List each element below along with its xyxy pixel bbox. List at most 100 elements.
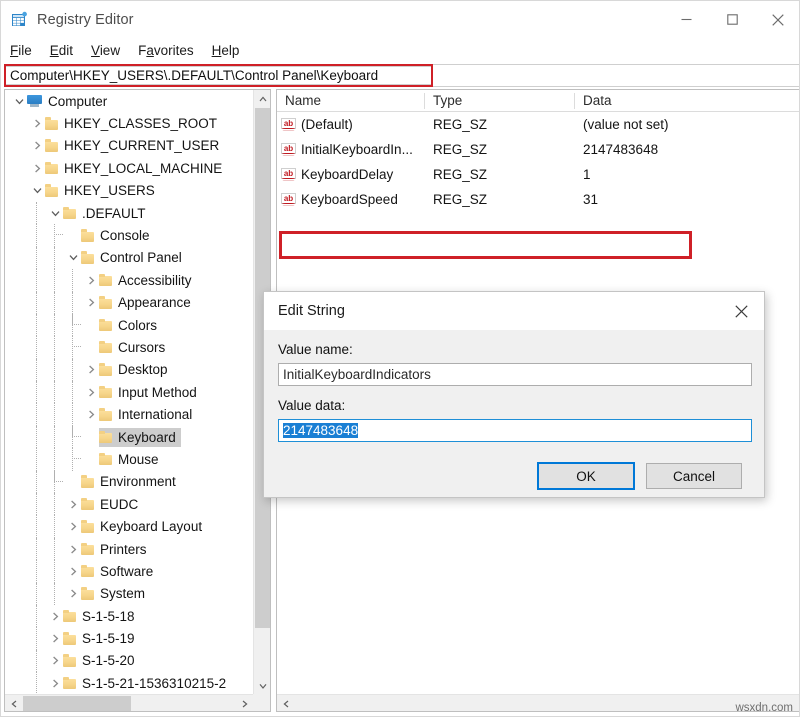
chevron-right-icon[interactable]: [29, 135, 45, 157]
tree-item-content[interactable]: Mouse: [99, 450, 164, 469]
dialog-close-icon[interactable]: [718, 292, 764, 330]
chevron-down-icon[interactable]: [11, 90, 27, 112]
chevron-right-icon[interactable]: [29, 157, 45, 179]
tree-item-printers[interactable]: Printers: [5, 538, 253, 560]
tree-item-content[interactable]: Environment: [81, 472, 181, 491]
tree-item-content[interactable]: Cursors: [99, 338, 170, 357]
chevron-right-icon[interactable]: [83, 381, 99, 403]
tree-item-content[interactable]: Printers: [81, 540, 152, 559]
chevron-down-icon[interactable]: [47, 202, 63, 224]
tree-item-content[interactable]: S-1-5-18: [63, 607, 140, 626]
tree-item-selected[interactable]: Keyboard: [99, 428, 181, 447]
chevron-right-icon[interactable]: [65, 583, 81, 605]
tree-scroll-down-icon[interactable]: [254, 677, 271, 694]
tree-item-content[interactable]: System: [81, 584, 150, 603]
tree-item-content[interactable]: Desktop: [99, 360, 173, 379]
tree-item-hkey-classes-root[interactable]: HKEY_CLASSES_ROOT: [5, 112, 253, 134]
minimize-button[interactable]: [663, 1, 709, 38]
tree-item-international[interactable]: International: [5, 403, 253, 425]
maximize-button[interactable]: [709, 1, 755, 38]
tree-item-content[interactable]: Keyboard Layout: [81, 517, 207, 536]
tree-item-s-1-5-18[interactable]: S-1-5-18: [5, 605, 253, 627]
menu-edit[interactable]: Edit: [41, 43, 82, 58]
chevron-right-icon[interactable]: [65, 493, 81, 515]
chevron-right-icon[interactable]: [65, 516, 81, 538]
tree-item-content[interactable]: International: [99, 405, 197, 424]
chevron-right-icon[interactable]: [47, 628, 63, 650]
menu-favorites[interactable]: Favorites: [129, 43, 203, 58]
tree-item-content[interactable]: HKEY_CURRENT_USER: [45, 136, 224, 155]
menu-file[interactable]: File: [1, 43, 41, 58]
chevron-right-icon[interactable]: [65, 560, 81, 582]
ok-button[interactable]: OK: [538, 463, 634, 489]
chevron-right-icon[interactable]: [83, 292, 99, 314]
chevron-right-icon[interactable]: [47, 650, 63, 672]
tree-item-s-1-5-21-1536310215-2[interactable]: S-1-5-21-1536310215-2: [5, 672, 253, 694]
tree-item-content[interactable]: S-1-5-20: [63, 651, 140, 670]
tree-item-cursors[interactable]: Cursors: [5, 336, 253, 358]
chevron-right-icon[interactable]: [83, 269, 99, 291]
address-bar-input[interactable]: Computer\HKEY_USERS\.DEFAULT\Control Pan…: [6, 66, 431, 85]
tree-scroll-left-icon[interactable]: [5, 695, 22, 712]
tree-horizontal-scrollbar[interactable]: [5, 694, 253, 711]
tree-item-keyboard[interactable]: Keyboard: [5, 426, 253, 448]
value-row[interactable]: abKeyboardSpeedREG_SZ31: [277, 187, 800, 212]
cancel-button[interactable]: Cancel: [646, 463, 742, 489]
tree-item-content[interactable]: Software: [81, 562, 158, 581]
tree-item-content[interactable]: Computer: [27, 92, 112, 111]
chevron-right-icon[interactable]: [65, 538, 81, 560]
tree-item-desktop[interactable]: Desktop: [5, 359, 253, 381]
tree-item-hkey-users[interactable]: HKEY_USERS: [5, 180, 253, 202]
tree-item-content[interactable]: Console: [81, 226, 155, 245]
tree-item-software[interactable]: Software: [5, 560, 253, 582]
chevron-right-icon[interactable]: [47, 672, 63, 694]
tree-item-eudc[interactable]: EUDC: [5, 493, 253, 515]
value-row[interactable]: abKeyboardDelayREG_SZ1: [277, 162, 800, 187]
chevron-down-icon[interactable]: [29, 180, 45, 202]
tree-item-computer[interactable]: Computer: [5, 90, 253, 112]
column-header-name[interactable]: Name: [277, 90, 425, 112]
tree-item-appearance[interactable]: Appearance: [5, 292, 253, 314]
tree-item-hkey-local-machine[interactable]: HKEY_LOCAL_MACHINE: [5, 157, 253, 179]
tree-item-content[interactable]: S-1-5-21-1536310215-2: [63, 674, 231, 693]
column-header-type[interactable]: Type: [425, 90, 575, 112]
tree-item-environment[interactable]: Environment: [5, 471, 253, 493]
tree-item-content[interactable]: HKEY_LOCAL_MACHINE: [45, 159, 227, 178]
menu-view[interactable]: View: [82, 43, 129, 58]
value-row[interactable]: abInitialKeyboardIn...REG_SZ2147483648: [277, 137, 800, 162]
tree-item-s-1-5-20[interactable]: S-1-5-20: [5, 650, 253, 672]
tree-item-content[interactable]: S-1-5-19: [63, 629, 140, 648]
values-horizontal-scrollbar[interactable]: [277, 694, 800, 711]
tree-scroll-up-icon[interactable]: [254, 90, 271, 107]
tree-item-system[interactable]: System: [5, 583, 253, 605]
tree-item-content[interactable]: Colors: [99, 316, 162, 335]
values-scroll-left-icon[interactable]: [277, 695, 294, 712]
chevron-right-icon[interactable]: [47, 605, 63, 627]
tree-item-default[interactable]: .DEFAULT: [5, 202, 253, 224]
tree-item-content[interactable]: Control Panel: [81, 248, 187, 267]
tree-item-colors[interactable]: Colors: [5, 314, 253, 336]
tree-hscroll-thumb[interactable]: [23, 696, 131, 711]
tree-item-content[interactable]: .DEFAULT: [63, 204, 151, 223]
tree-item-content[interactable]: HKEY_CLASSES_ROOT: [45, 114, 222, 133]
tree-item-mouse[interactable]: Mouse: [5, 448, 253, 470]
tree-item-input-method[interactable]: Input Method: [5, 381, 253, 403]
tree-item-content[interactable]: Input Method: [99, 383, 202, 402]
tree-scroll-right-icon[interactable]: [236, 695, 253, 712]
close-button[interactable]: [755, 1, 800, 38]
tree-item-accessibility[interactable]: Accessibility: [5, 269, 253, 291]
column-header-data[interactable]: Data: [575, 90, 800, 112]
tree-item-control-panel[interactable]: Control Panel: [5, 247, 253, 269]
chevron-right-icon[interactable]: [83, 404, 99, 426]
chevron-right-icon[interactable]: [83, 359, 99, 381]
menu-help[interactable]: Help: [203, 43, 249, 58]
tree-item-hkey-current-user[interactable]: HKEY_CURRENT_USER: [5, 135, 253, 157]
tree-item-keyboard-layout[interactable]: Keyboard Layout: [5, 515, 253, 537]
tree-item-console[interactable]: Console: [5, 224, 253, 246]
tree-item-content[interactable]: EUDC: [81, 495, 143, 514]
tree-item-content[interactable]: Accessibility: [99, 271, 197, 290]
tree-item-s-1-5-19[interactable]: S-1-5-19: [5, 627, 253, 649]
value-name-input[interactable]: InitialKeyboardIndicators: [278, 363, 752, 386]
value-data-input[interactable]: 2147483648: [278, 419, 752, 442]
value-row[interactable]: ab(Default)REG_SZ(value not set): [277, 112, 800, 137]
